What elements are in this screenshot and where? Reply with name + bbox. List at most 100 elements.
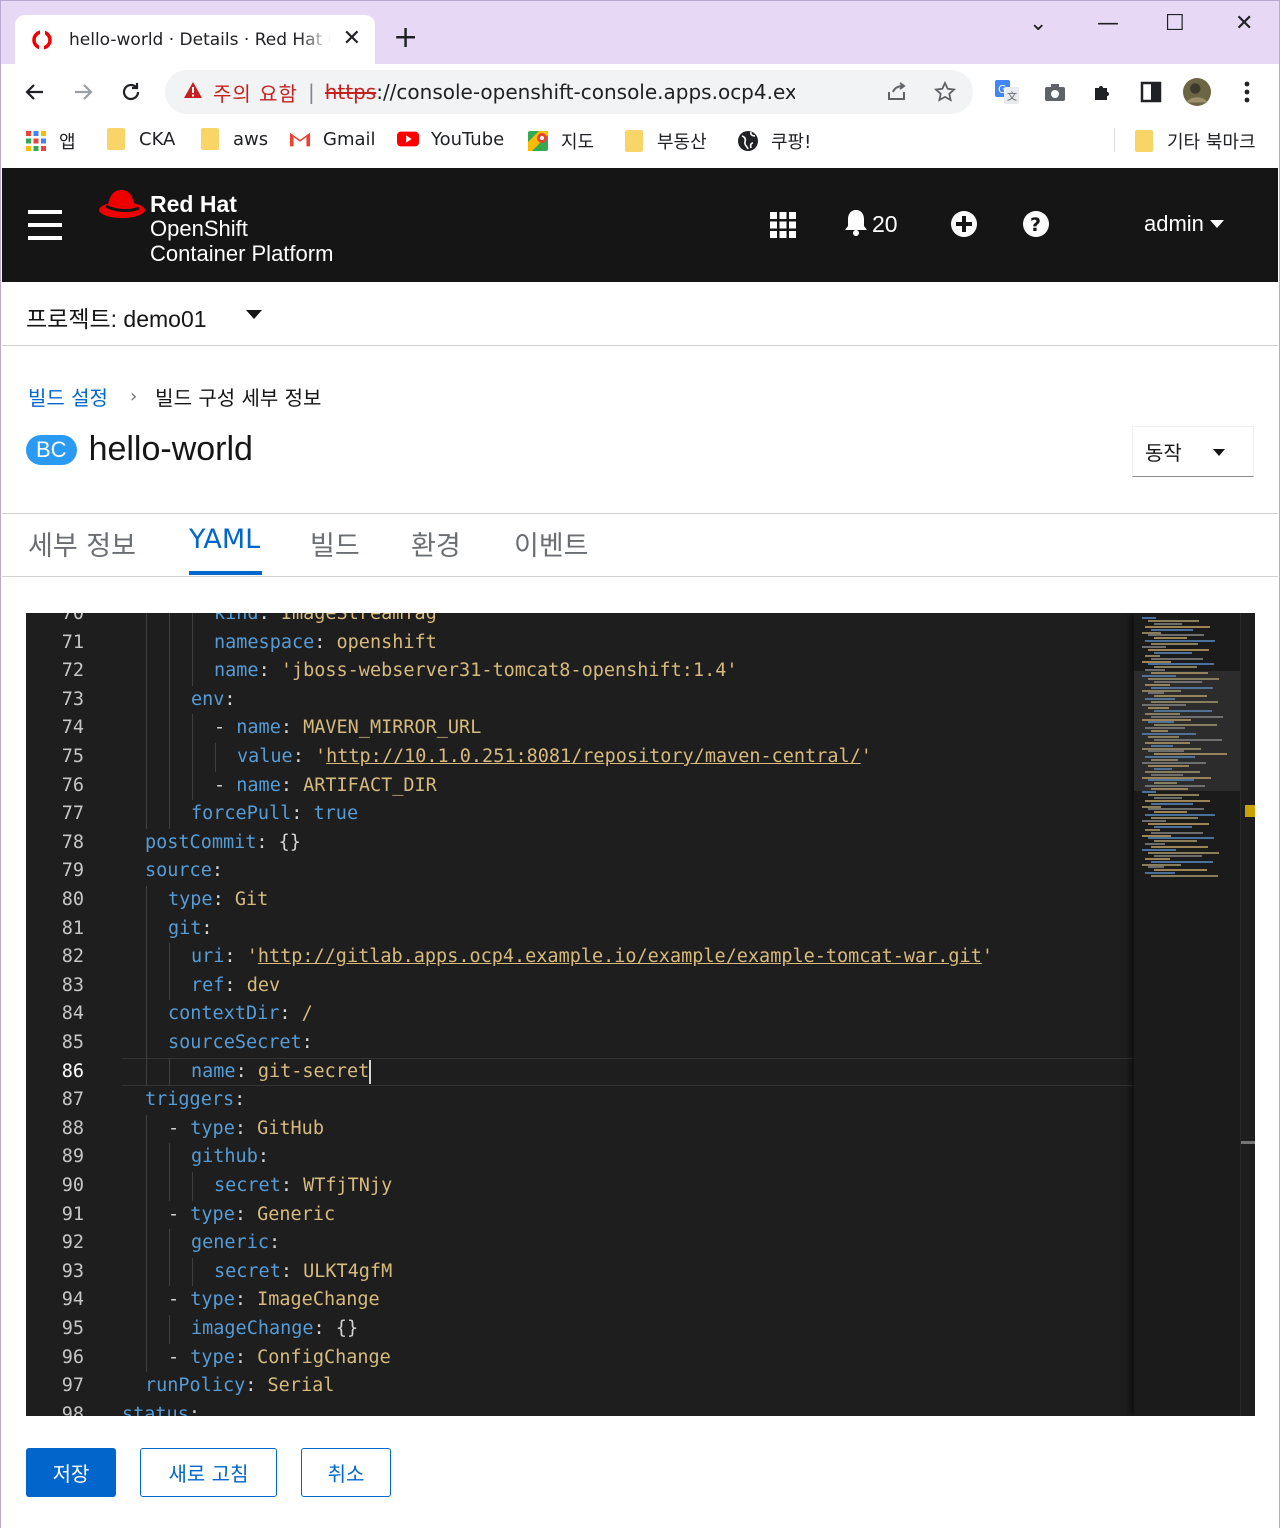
app-launcher-grid-icon[interactable]: [770, 212, 796, 238]
redhat-logo-icon[interactable]: [98, 186, 146, 226]
line-number: 92: [61, 1232, 84, 1254]
camera-icon[interactable]: [1041, 78, 1069, 106]
code-line[interactable]: contextDir: /: [122, 1000, 1134, 1029]
user-menu[interactable]: admin: [1144, 211, 1224, 237]
code-line[interactable]: generic:: [122, 1229, 1134, 1258]
tab-details[interactable]: 세부 정보: [28, 524, 136, 563]
translate-icon[interactable]: G文: [993, 78, 1021, 106]
code-line[interactable]: env:: [122, 686, 1134, 715]
code-line[interactable]: sourceSecret:: [122, 1029, 1134, 1058]
extensions-puzzle-icon[interactable]: [1089, 78, 1117, 106]
code-line[interactable]: status:: [122, 1401, 1134, 1416]
minimize-button[interactable]: —: [1097, 11, 1119, 36]
tab-environment[interactable]: 환경: [411, 524, 461, 563]
tab-yaml[interactable]: YAML: [189, 524, 260, 555]
bookmark-other[interactable]: 기타 북마크: [1133, 128, 1256, 154]
url-text[interactable]: https://console-openshift-console.apps.o…: [325, 80, 795, 104]
brand-text[interactable]: Red Hat OpenShift Container Platform: [150, 192, 333, 266]
line-number: 83: [61, 974, 84, 996]
minimap-line: [1151, 657, 1203, 660]
active-tab-indicator: [189, 571, 262, 575]
tab-builds[interactable]: 빌드: [310, 524, 360, 563]
notifications-button[interactable]: 20: [844, 208, 898, 240]
save-button[interactable]: 저장: [26, 1448, 116, 1497]
tab-events[interactable]: 이벤트: [514, 524, 589, 563]
bookmark-gmail[interactable]: Gmail: [289, 128, 376, 150]
vertical-scrollbar[interactable]: [1240, 613, 1255, 1416]
project-bar: 프로젝트: demo01: [2, 282, 1278, 346]
code-line[interactable]: git:: [122, 915, 1134, 944]
code-line[interactable]: github:: [122, 1143, 1134, 1172]
code-line[interactable]: - type: ConfigChange: [122, 1344, 1134, 1373]
code-line[interactable]: - name: ARTIFACT_DIR: [122, 772, 1134, 801]
code-line[interactable]: forcePull: true: [122, 800, 1134, 829]
hamburger-menu-icon[interactable]: [28, 210, 62, 240]
bookmark-youtube[interactable]: YouTube: [397, 128, 504, 150]
code-line[interactable]: - type: ImageChange: [122, 1286, 1134, 1315]
bookmark-cka[interactable]: CKA: [105, 128, 175, 150]
bookmark-star-icon[interactable]: [933, 80, 957, 109]
line-number: 94: [61, 1289, 84, 1311]
masthead: Red Hat OpenShift Container Platform 20 …: [2, 168, 1278, 282]
browser-menu-icon[interactable]: [1233, 78, 1261, 106]
breadcrumb-build-configs-link[interactable]: 빌드 설정: [28, 382, 108, 411]
code-line[interactable]: postCommit: {}: [122, 829, 1134, 858]
code-line[interactable]: kind: ImageStreamTag: [122, 613, 1134, 629]
minimap-viewport[interactable]: [1134, 671, 1240, 791]
bookmark-apps[interactable]: 앱: [25, 128, 76, 154]
warning-icon[interactable]: [183, 80, 203, 104]
tab-search-icon[interactable]: ⌄: [1029, 11, 1047, 36]
tab-close-icon[interactable]: ✕: [343, 28, 361, 50]
code-line[interactable]: ref: dev: [122, 972, 1134, 1001]
new-tab-button[interactable]: +: [393, 23, 418, 53]
minimap[interactable]: [1134, 613, 1240, 1416]
project-caret-down-icon[interactable]: [246, 310, 262, 319]
address-bar[interactable]: 주의 요함 | https://console-openshift-consol…: [165, 70, 973, 114]
code-line[interactable]: triggers:: [122, 1086, 1134, 1115]
page-title: BC hello-world: [26, 430, 253, 469]
code-line[interactable]: namespace: openshift: [122, 629, 1134, 658]
code-line[interactable]: source:: [122, 857, 1134, 886]
minimap-line: [1151, 817, 1198, 820]
brand-line-2: OpenShift: [150, 216, 248, 241]
minimap-line: [1154, 825, 1192, 828]
maximize-button[interactable]: ☐: [1165, 11, 1185, 36]
code-line[interactable]: runPolicy: Serial: [122, 1372, 1134, 1401]
side-panel-icon[interactable]: [1137, 78, 1165, 106]
bookmark-real-estate[interactable]: 부동산: [623, 128, 707, 154]
code-line[interactable]: name: 'jboss-webserver31-tomcat8-openshi…: [122, 657, 1134, 686]
code-line[interactable]: type: Git: [122, 886, 1134, 915]
code-line[interactable]: - name: MAVEN_MIRROR_URL: [122, 714, 1134, 743]
code-line[interactable]: secret: WTfjTNjy: [122, 1172, 1134, 1201]
bookmark-label: YouTube: [431, 128, 505, 150]
project-selector[interactable]: 프로젝트: demo01: [26, 300, 207, 334]
forward-icon[interactable]: [67, 76, 99, 108]
browser-tab[interactable]: hello-world · Details · Red Hat OpenShif…: [15, 15, 375, 65]
code-line[interactable]: uri: 'http://gitlab.apps.ocp4.example.io…: [122, 943, 1134, 972]
code-line[interactable]: value: 'http://10.1.0.251:8081/repositor…: [122, 743, 1134, 772]
add-plus-circle-icon[interactable]: [950, 210, 978, 238]
help-question-icon[interactable]: ?: [1022, 210, 1050, 238]
code-line[interactable]: name: git-secret: [122, 1058, 1134, 1087]
close-window-button[interactable]: ✕: [1235, 11, 1253, 36]
profile-avatar[interactable]: [1183, 78, 1211, 106]
code-line[interactable]: - type: Generic: [122, 1201, 1134, 1230]
yaml-editor[interactable]: 70 71 72 73 74 75 76 77 78 79 80 81 82 83 84 85 86 87 88 89…: [26, 613, 1255, 1416]
line-number: 87: [61, 1089, 84, 1111]
reload-icon[interactable]: [115, 76, 147, 108]
code-line[interactable]: imageChange: {}: [122, 1315, 1134, 1344]
bookmark-aws[interactable]: aws: [199, 128, 268, 150]
line-number: 96: [61, 1346, 84, 1368]
code-line[interactable]: secret: ULKT4gfM: [122, 1258, 1134, 1287]
security-warning-label[interactable]: 주의 요함: [213, 78, 298, 107]
code-line[interactable]: - type: GitHub: [122, 1115, 1134, 1144]
share-icon[interactable]: [885, 80, 909, 109]
back-icon[interactable]: [19, 76, 51, 108]
actions-dropdown[interactable]: 동작: [1132, 426, 1254, 477]
code-area[interactable]: kind: ImageStreamTag namespace: openshift…: [122, 613, 1134, 1416]
bookmark-maps[interactable]: 지도: [527, 128, 594, 154]
line-number: 78: [61, 831, 84, 853]
cancel-button[interactable]: 취소: [301, 1448, 391, 1497]
reload-button[interactable]: 새로 고침: [140, 1448, 277, 1497]
bookmark-coupang[interactable]: 쿠팡!: [737, 128, 811, 154]
